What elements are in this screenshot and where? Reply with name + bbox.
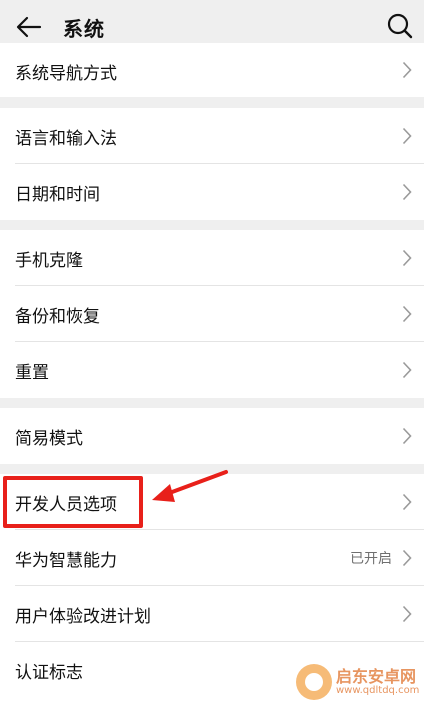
list-item-date-time[interactable]: 日期和时间 — [0, 164, 424, 220]
chevron-right-icon — [402, 183, 412, 201]
list-item-user-experience[interactable]: 用户体验改进计划 — [0, 586, 424, 642]
settings-group-language-time: 语言和输入法 日期和时间 — [0, 108, 424, 220]
settings-group-simple-mode: 简易模式 — [0, 408, 424, 464]
item-label: 重置 — [15, 362, 49, 383]
item-label: 语言和输入法 — [15, 128, 117, 149]
search-icon — [387, 13, 413, 39]
list-item-phone-clone[interactable]: 手机克隆 — [0, 230, 424, 286]
chevron-right-icon — [402, 605, 412, 623]
settings-group-navigation: 系统导航方式 — [0, 43, 424, 97]
watermark-name: 启东安卓网 — [336, 666, 417, 686]
page-title: 系统 — [63, 17, 105, 41]
chevron-right-icon — [402, 305, 412, 323]
list-item-reset[interactable]: 重置 — [0, 342, 424, 398]
settings-group-backup: 手机克隆 备份和恢复 重置 — [0, 230, 424, 398]
watermark: 启东安卓网 www.qdltdq.com — [296, 663, 422, 701]
chevron-right-icon — [402, 249, 412, 267]
chevron-right-icon — [402, 493, 412, 511]
item-label: 认证标志 — [15, 662, 83, 683]
back-arrow-icon — [16, 16, 42, 38]
chevron-right-icon — [402, 427, 412, 445]
search-button[interactable] — [385, 11, 415, 41]
item-label: 华为智慧能力 — [15, 550, 117, 571]
item-label: 系统导航方式 — [15, 64, 117, 84]
chevron-right-icon — [402, 361, 412, 379]
highlight-box — [3, 476, 143, 528]
back-button[interactable] — [14, 12, 44, 42]
list-item-huawei-intelligence[interactable]: 华为智慧能力 已开启 — [0, 530, 424, 586]
chevron-right-icon — [402, 61, 412, 79]
item-label: 简易模式 — [15, 428, 83, 449]
item-label: 手机克隆 — [15, 250, 83, 271]
list-item-simple-mode[interactable]: 简易模式 — [0, 408, 424, 464]
item-label: 日期和时间 — [15, 184, 100, 205]
status-value: 已开启 — [350, 551, 392, 567]
watermark-logo-icon — [296, 664, 332, 700]
watermark-url: www.qdltdq.com — [336, 685, 420, 697]
list-item-system-navigation[interactable]: 系统导航方式 — [0, 43, 424, 97]
chevron-right-icon — [402, 127, 412, 145]
item-label: 用户体验改进计划 — [15, 606, 151, 627]
item-label: 备份和恢复 — [15, 306, 100, 327]
chevron-right-icon — [402, 549, 412, 567]
list-item-language-input[interactable]: 语言和输入法 — [0, 108, 424, 164]
list-item-backup-restore[interactable]: 备份和恢复 — [0, 286, 424, 342]
pointer-arrow-icon — [152, 470, 228, 502]
